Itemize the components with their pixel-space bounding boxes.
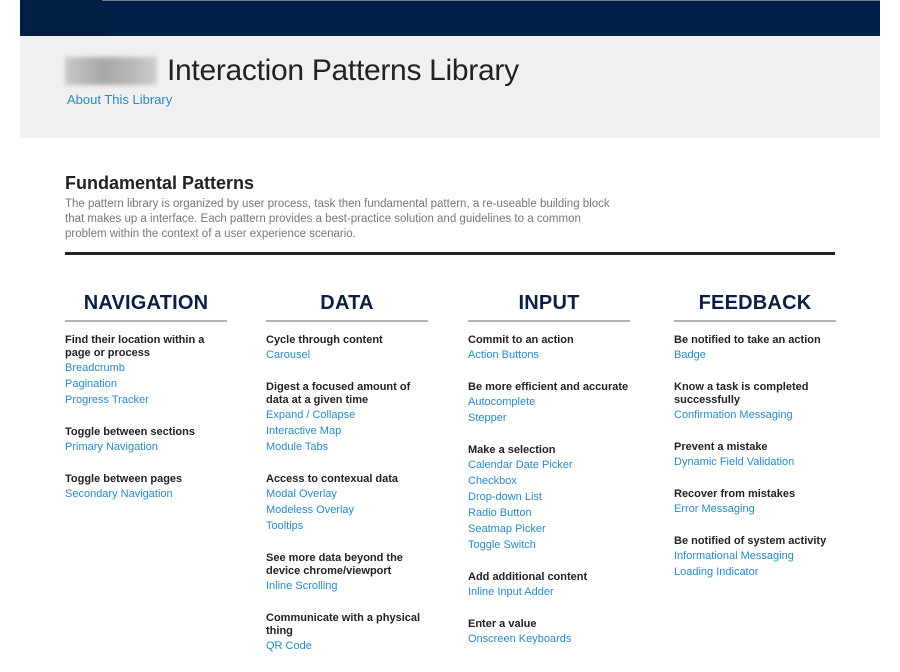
pattern-group: Make a selection Calendar Date Picker Chec… [468, 444, 630, 553]
task-label: Be notified of system activity [674, 535, 827, 547]
category-rule [468, 320, 630, 322]
pattern-group: Be notified to take an action Badge [674, 334, 836, 363]
pattern-link[interactable]: Stepper [468, 410, 630, 426]
task-label: Access to contexual data [266, 473, 399, 485]
pattern-link[interactable]: Breadcrumb [65, 360, 227, 376]
pattern-link[interactable]: Confirmation Messaging [674, 407, 836, 423]
category-title: FEEDBACK [698, 292, 812, 314]
pattern-group: See more data beyond the device chrome/v… [266, 552, 428, 594]
pattern-group: Toggle between pages Secondary Navigation [65, 473, 227, 502]
pattern-link[interactable]: Informational Messaging [674, 548, 836, 564]
pattern-group: Prevent a mistake Dynamic Field Validatio… [674, 441, 836, 470]
task-label: Find their location within a page or pro… [65, 334, 205, 359]
pattern-link[interactable]: Drop-down List [468, 489, 630, 505]
pattern-group: Be notified of system activity Informatio… [674, 535, 836, 580]
pattern-link[interactable]: Progress Tracker [65, 392, 227, 408]
about-library-link[interactable]: About This Library [67, 92, 172, 107]
pattern-group: Commit to an action Action Buttons [468, 334, 630, 363]
site-header: Interaction Patterns Library About This … [20, 36, 880, 138]
pattern-group: Access to contexual data Modal Overlay Mod… [266, 473, 428, 534]
pattern-link[interactable]: Module Tabs [266, 439, 428, 455]
pattern-link[interactable]: Autocomplete [468, 394, 630, 410]
pattern-group: Digest a focused amount of data at a giv… [266, 381, 428, 455]
pattern-group: Know a task is completed successfully Con… [674, 381, 836, 423]
pattern-link[interactable]: Primary Navigation [65, 439, 227, 455]
pattern-group: Recover from mistakes Error Messaging [674, 488, 836, 517]
category-title: DATA [320, 292, 374, 314]
pattern-link[interactable]: Tooltips [266, 518, 428, 534]
site-title: Interaction Patterns Library [167, 54, 519, 87]
pattern-link[interactable]: Carousel [266, 347, 428, 363]
category-title: NAVIGATION [83, 292, 209, 314]
category-rule [674, 320, 836, 322]
pattern-link[interactable]: Secondary Navigation [65, 486, 227, 502]
pattern-link[interactable]: Expand / Collapse [266, 407, 428, 423]
pattern-link[interactable]: Pagination [65, 376, 227, 392]
task-label: Know a task is completed successfully [674, 381, 809, 406]
category-input: INPUT Commit to an action Action Buttons Be… [468, 292, 630, 665]
task-label: Be more efficient and accurate [468, 381, 629, 393]
pattern-group: Find their location within a page or pro… [65, 334, 227, 408]
pattern-group: Add additional content Inline Input Adder [468, 571, 630, 600]
pattern-group: Enter a value Onscreen Keyboards [468, 618, 630, 647]
task-label: Toggle between pages [65, 473, 183, 485]
pattern-link[interactable]: Modeless Overlay [266, 502, 428, 518]
task-label: Add additional content [468, 571, 588, 583]
category-rule [266, 320, 428, 322]
task-label: Commit to an action [468, 334, 574, 346]
pattern-link[interactable]: Inline Scrolling [266, 578, 428, 594]
top-bar-tab [20, 0, 102, 36]
intro-section: Fundamental Patterns The pattern library… [65, 173, 665, 242]
pattern-link[interactable]: Badge [674, 347, 836, 363]
category-feedback: FEEDBACK Be notified to take an action Bad… [674, 292, 836, 598]
pattern-link[interactable]: Checkbox [468, 473, 630, 489]
pattern-link[interactable]: Calendar Date Picker [468, 457, 630, 473]
pattern-link[interactable]: Action Buttons [468, 347, 630, 363]
pattern-link[interactable]: QR Code [266, 638, 428, 654]
task-label: Recover from mistakes [674, 488, 796, 500]
top-navigation-bar [20, 0, 880, 36]
pattern-link[interactable]: Onscreen Keyboards [468, 631, 630, 647]
pattern-group: Cycle through content Carousel [266, 334, 428, 363]
pattern-link[interactable]: Interactive Map [266, 423, 428, 439]
task-label: Digest a focused amount of data at a giv… [266, 381, 411, 406]
pattern-link[interactable]: Radio Button [468, 505, 630, 521]
top-bar-line [102, 0, 880, 1]
task-label: Be notified to take an action [674, 334, 821, 346]
pattern-link[interactable]: Loading Indicator [674, 564, 836, 580]
pattern-link[interactable]: Dynamic Field Validation [674, 454, 836, 470]
pattern-link[interactable]: Toggle Switch [468, 537, 630, 553]
task-label: Make a selection [468, 444, 556, 456]
logo-image [65, 57, 157, 85]
category-data: DATA Cycle through content Carousel Digest … [266, 292, 428, 672]
pattern-link[interactable]: Modal Overlay [266, 486, 428, 502]
pattern-group: Toggle between sections Primary Navigatio… [65, 426, 227, 455]
task-label: Communicate with a physical thing [266, 612, 421, 637]
task-label: Toggle between sections [65, 426, 195, 438]
pattern-group: Be more efficient and accurate Autocomple… [468, 381, 630, 426]
section-description: The pattern library is organized by user… [65, 198, 610, 240]
task-label: Prevent a mistake [674, 441, 768, 453]
pattern-link[interactable]: Seatmap Picker [468, 521, 630, 537]
task-label: Enter a value [468, 618, 537, 630]
category-navigation: NAVIGATION Find their location within a p… [65, 292, 227, 520]
task-label: See more data beyond the device chrome/v… [266, 552, 403, 577]
task-label: Cycle through content [266, 334, 383, 346]
category-rule [65, 320, 227, 322]
pattern-group: Communicate with a physical thing QR Code [266, 612, 428, 654]
pattern-link[interactable]: Error Messaging [674, 501, 836, 517]
section-divider [65, 252, 835, 255]
category-title: INPUT [518, 292, 580, 314]
pattern-link[interactable]: Inline Input Adder [468, 584, 630, 600]
section-heading: Fundamental Patterns [65, 173, 255, 193]
